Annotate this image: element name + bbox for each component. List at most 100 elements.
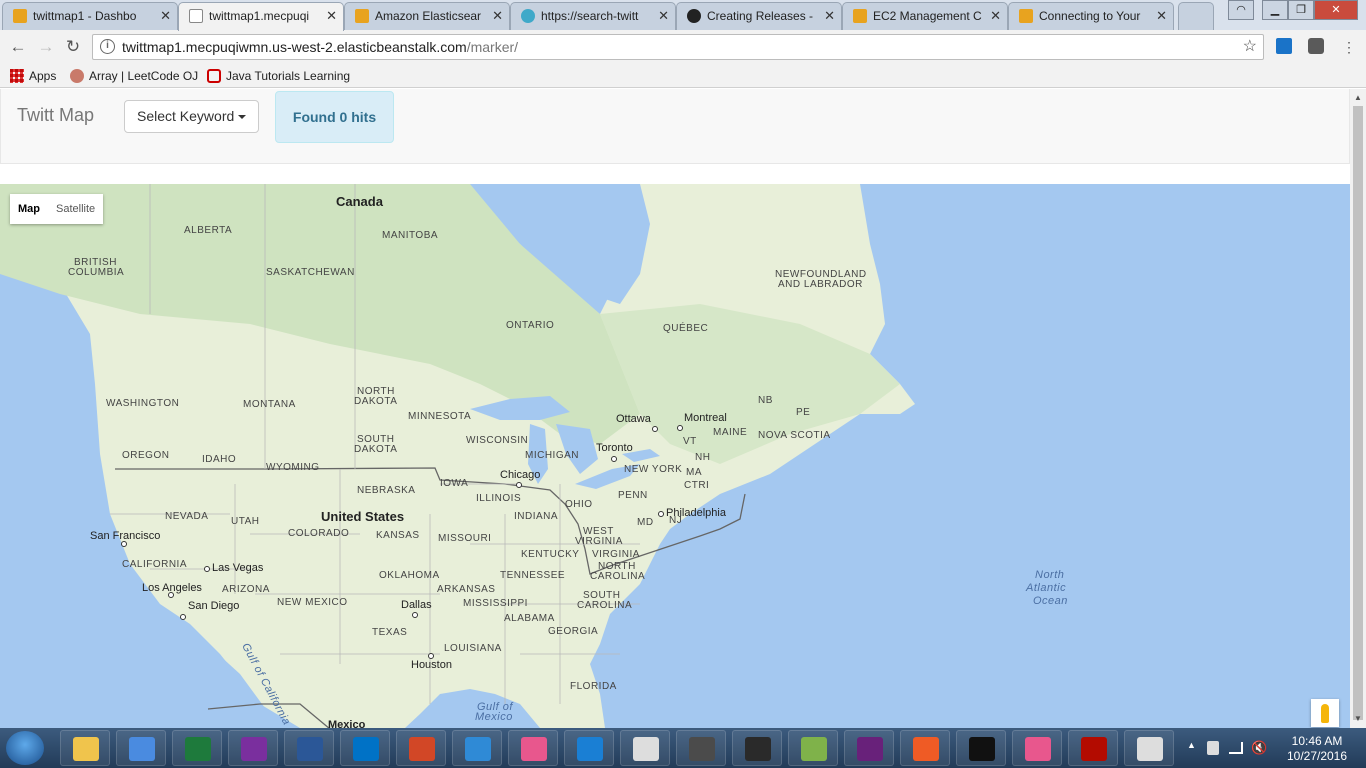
map-type-map-button[interactable]: Map bbox=[10, 194, 48, 224]
tab-twittmap-marker[interactable]: twittmap1.mecpuqi ✕ bbox=[178, 2, 344, 31]
windows-start-button[interactable] bbox=[6, 731, 44, 765]
address-bar[interactable]: i twittmap1.mecpuqiwmn.us-west-2.elastic… bbox=[92, 34, 1264, 60]
minimize-icon[interactable]: ▁ bbox=[1262, 0, 1288, 20]
bookmark-star-icon[interactable]: ☆ bbox=[1243, 35, 1257, 59]
close-tab-icon[interactable]: ✕ bbox=[824, 3, 835, 29]
taskbar-app-android-studio[interactable] bbox=[788, 730, 838, 766]
taskbar-app-eclipse-like[interactable] bbox=[620, 730, 670, 766]
label-indiana: INDIANA bbox=[514, 511, 559, 522]
close-tab-icon[interactable]: ✕ bbox=[990, 3, 1001, 29]
taskbar-app-network[interactable] bbox=[452, 730, 502, 766]
gitkraken-icon bbox=[521, 737, 547, 761]
tab-twittmap-dashboard[interactable]: twittmap1 - Dashbo ✕ bbox=[2, 2, 178, 30]
taskbar-app-postman[interactable] bbox=[900, 730, 950, 766]
taskbar-app-excel[interactable] bbox=[172, 730, 222, 766]
label-idaho: IDAHO bbox=[202, 454, 237, 465]
close-tab-icon[interactable]: ✕ bbox=[658, 3, 669, 29]
url-text[interactable]: twittmap1.mecpuqiwmn.us-west-2.elasticbe… bbox=[122, 35, 518, 59]
label-san-diego: San Diego bbox=[188, 600, 240, 612]
label-washington: WASHINGTON bbox=[106, 398, 180, 409]
reload-icon[interactable]: ↻ bbox=[62, 36, 84, 58]
label-missouri: MISSOURI bbox=[438, 533, 492, 544]
city-marker bbox=[611, 456, 617, 462]
select-keyword-dropdown[interactable]: Select Keyword bbox=[124, 100, 260, 133]
url-path: /marker/ bbox=[466, 39, 519, 55]
app-spinner-icon bbox=[1137, 737, 1163, 761]
bookmark-java-tutorials[interactable]: Java Tutorials Learning bbox=[207, 68, 350, 84]
taskbar-app-intellij[interactable] bbox=[732, 730, 782, 766]
taskbar-app-acrobat[interactable] bbox=[1068, 730, 1118, 766]
brand-title[interactable]: Twitt Map bbox=[17, 105, 94, 126]
taskbar-app-outlook[interactable] bbox=[340, 730, 390, 766]
label-nb: NB bbox=[758, 395, 773, 406]
label-nevada: NEVADA bbox=[165, 511, 209, 522]
label-wisconsin: WISCONSIN bbox=[466, 435, 529, 446]
label-arizona: ARIZONA bbox=[222, 584, 270, 595]
scroll-down-arrow-icon[interactable]: ▼ bbox=[1354, 714, 1362, 723]
label-mexico: Mexico bbox=[328, 719, 366, 729]
extension-snowflake-icon[interactable] bbox=[1276, 38, 1292, 54]
label-canada: Canada bbox=[336, 194, 383, 209]
apps-grid-icon bbox=[10, 69, 24, 83]
google-map[interactable]: Map Satellite Canada ALBERTA BRITISH COL… bbox=[0, 184, 1350, 728]
taskbar-app-powerpoint[interactable] bbox=[396, 730, 446, 766]
scrollbar-thumb[interactable] bbox=[1353, 106, 1363, 720]
label-quebec: QUÉBEC bbox=[663, 323, 709, 334]
aws-favicon-icon bbox=[853, 9, 867, 23]
label-georgia: GEORGIA bbox=[548, 626, 599, 637]
user-profile-icon[interactable]: ◠ bbox=[1228, 0, 1254, 20]
tab-ec2-management[interactable]: EC2 Management C ✕ bbox=[842, 2, 1008, 30]
tray-usb-icon[interactable] bbox=[1207, 741, 1219, 755]
volume-muted-icon[interactable]: 🔇 bbox=[1251, 740, 1267, 756]
taskbar-app-onenote[interactable] bbox=[228, 730, 278, 766]
label-philadelphia: Philadelphia bbox=[666, 507, 726, 519]
oracle-icon bbox=[207, 69, 221, 83]
taskbar-clock[interactable]: 10:46 AM 10/27/2016 bbox=[1282, 734, 1352, 764]
label-newfoundland-2: AND LABRADOR bbox=[778, 279, 863, 290]
tab-title: twittmap1.mecpuqi bbox=[209, 9, 310, 23]
scroll-up-arrow-icon[interactable]: ▲ bbox=[1354, 93, 1362, 102]
chrome-icon bbox=[129, 737, 155, 761]
city-marker bbox=[412, 612, 418, 618]
close-tab-icon[interactable]: ✕ bbox=[160, 3, 171, 29]
taskbar-app-gitkraken-2[interactable] bbox=[1012, 730, 1062, 766]
forward-arrow-icon[interactable]: → bbox=[35, 36, 57, 58]
label-north-atlantic-2: Atlantic bbox=[1026, 582, 1067, 594]
eclipse-like-icon bbox=[633, 737, 659, 761]
taskbar-app-gitkraken[interactable] bbox=[508, 730, 558, 766]
close-tab-icon[interactable]: ✕ bbox=[1156, 3, 1167, 29]
info-icon[interactable]: i bbox=[100, 39, 115, 54]
page-scrollbar[interactable]: ▲ ▼ bbox=[1350, 89, 1366, 728]
map-type-control: Map Satellite bbox=[10, 194, 104, 224]
taskbar-app-explorer[interactable] bbox=[60, 730, 110, 766]
tab-connecting[interactable]: Connecting to Your ✕ bbox=[1008, 2, 1174, 30]
taskbar-app-word[interactable] bbox=[284, 730, 334, 766]
label-north-carolina-2: CAROLINA bbox=[590, 571, 646, 582]
street-view-pegman-icon[interactable] bbox=[1311, 699, 1339, 727]
map-type-satellite-button[interactable]: Satellite bbox=[48, 194, 103, 224]
taskbar-app-visual-studio[interactable] bbox=[844, 730, 894, 766]
bookmark-leetcode[interactable]: Array | LeetCode OJ bbox=[70, 68, 198, 84]
tab-search-twitt[interactable]: https://search-twitt ✕ bbox=[510, 2, 676, 30]
new-tab-button[interactable] bbox=[1178, 2, 1214, 30]
taskbar-app-sublime[interactable] bbox=[676, 730, 726, 766]
label-tennessee: TENNESSEE bbox=[500, 570, 566, 581]
taskbar-app-app-spinner[interactable] bbox=[1124, 730, 1174, 766]
taskbar-app-cmd[interactable] bbox=[956, 730, 1006, 766]
tray-expand-icon[interactable]: ▲ bbox=[1187, 740, 1196, 750]
bookmark-apps[interactable]: Apps bbox=[10, 68, 56, 84]
close-window-icon[interactable]: ✕ bbox=[1314, 0, 1358, 20]
label-maine: MAINE bbox=[713, 427, 748, 438]
tab-creating-releases[interactable]: Creating Releases - ✕ bbox=[676, 2, 842, 30]
menu-kebab-icon[interactable]: ⋮ bbox=[1338, 36, 1360, 58]
taskbar-app-chrome[interactable] bbox=[116, 730, 166, 766]
back-arrow-icon[interactable]: ← bbox=[7, 36, 29, 58]
network-signal-icon[interactable] bbox=[1229, 742, 1243, 754]
taskbar-app-teamviewer[interactable] bbox=[564, 730, 614, 766]
close-tab-icon[interactable]: ✕ bbox=[492, 3, 503, 29]
label-chicago: Chicago bbox=[500, 469, 541, 481]
close-tab-icon[interactable]: ✕ bbox=[326, 3, 337, 29]
tab-amazon-elasticsearch[interactable]: Amazon Elasticsear ✕ bbox=[344, 2, 510, 30]
maximize-icon[interactable]: ❐ bbox=[1288, 0, 1314, 20]
pocket-extension-icon[interactable] bbox=[1308, 38, 1324, 54]
